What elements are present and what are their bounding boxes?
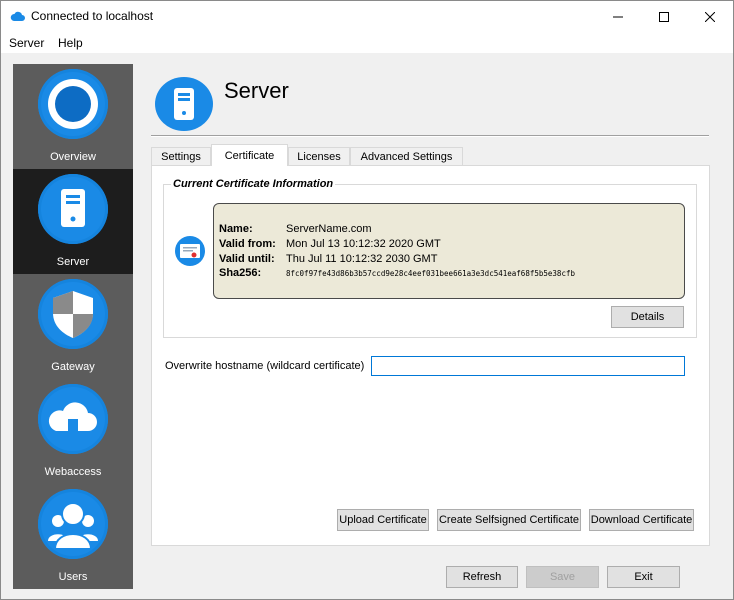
save-button[interactable]: Save (526, 566, 599, 588)
sidebar-item-gateway[interactable]: Gateway (13, 274, 133, 379)
maximize-button[interactable] (641, 1, 687, 32)
cloud-icon (38, 384, 108, 454)
sidebar-item-label: Server (56, 256, 90, 268)
users-icon (38, 489, 108, 559)
minimize-button[interactable] (595, 1, 641, 32)
server-icon (38, 174, 108, 244)
certificate-details-box (213, 203, 685, 299)
exit-button[interactable]: Exit (607, 566, 680, 588)
close-icon (705, 11, 715, 22)
overview-icon (38, 69, 108, 139)
certificate-icon (175, 236, 205, 266)
cert-valid-until-label: Valid until: (219, 253, 275, 265)
sidebar-item-overview[interactable]: Overview (13, 64, 133, 169)
tab-settings[interactable]: Settings (151, 147, 211, 166)
shield-icon (38, 279, 108, 349)
menu-server[interactable]: Server (9, 36, 44, 50)
sidebar-item-label: Webaccess (44, 466, 102, 478)
sidebar-item-users[interactable]: Users (13, 484, 133, 589)
app-window: Connected to localhost Server Help Overv… (0, 0, 734, 600)
header-divider (151, 135, 709, 137)
minimize-icon (613, 16, 623, 17)
sidebar-item-label: Overview (50, 151, 96, 163)
upload-certificate-button[interactable]: Upload Certificate (337, 509, 429, 531)
certificate-group-title: Current Certificate Information (171, 178, 336, 190)
create-selfsigned-certificate-button[interactable]: Create Selfsigned Certificate (437, 509, 581, 531)
cert-valid-from-label: Valid from: (219, 238, 276, 250)
cloud-app-icon (10, 11, 25, 21)
cert-name-value: ServerName.com (286, 223, 372, 235)
tab-advanced-settings[interactable]: Advanced Settings (350, 147, 463, 166)
close-button[interactable] (687, 1, 733, 32)
cert-sha256-label: Sha256: (219, 267, 262, 279)
cert-sha256-value: 8fc0f97fe43d86b3b57ccd9e28c4eef031bee661… (286, 269, 575, 278)
window-title: Connected to localhost (31, 9, 154, 23)
sidebar-item-server[interactable]: Server (13, 169, 133, 274)
tab-licenses[interactable]: Licenses (288, 147, 350, 166)
title-bar[interactable]: Connected to localhost (1, 1, 733, 32)
refresh-button[interactable]: Refresh (446, 566, 518, 588)
menu-bar: Server Help (1, 32, 733, 53)
download-certificate-button[interactable]: Download Certificate (589, 509, 694, 531)
tab-certificate[interactable]: Certificate (211, 144, 288, 166)
cert-valid-from-value: Mon Jul 13 10:12:32 2020 GMT (286, 238, 441, 250)
cert-name-label: Name: (219, 223, 253, 235)
sidebar-item-webaccess[interactable]: Webaccess (13, 379, 133, 484)
overwrite-hostname-label: Overwrite hostname (wildcard certificate… (165, 360, 365, 372)
sidebar-item-label: Gateway (51, 361, 95, 373)
sidebar: Overview Server Gateway Webaccess Users (13, 64, 133, 589)
overwrite-hostname-input[interactable] (371, 356, 685, 376)
sidebar-item-label: Users (58, 571, 88, 583)
menu-help[interactable]: Help (58, 36, 83, 50)
maximize-icon (659, 11, 669, 22)
page-title: Server (224, 78, 289, 103)
cert-valid-until-value: Thu Jul 11 10:12:32 2030 GMT (286, 253, 438, 265)
details-button[interactable]: Details (611, 306, 684, 328)
page-header-server-icon (155, 77, 213, 131)
